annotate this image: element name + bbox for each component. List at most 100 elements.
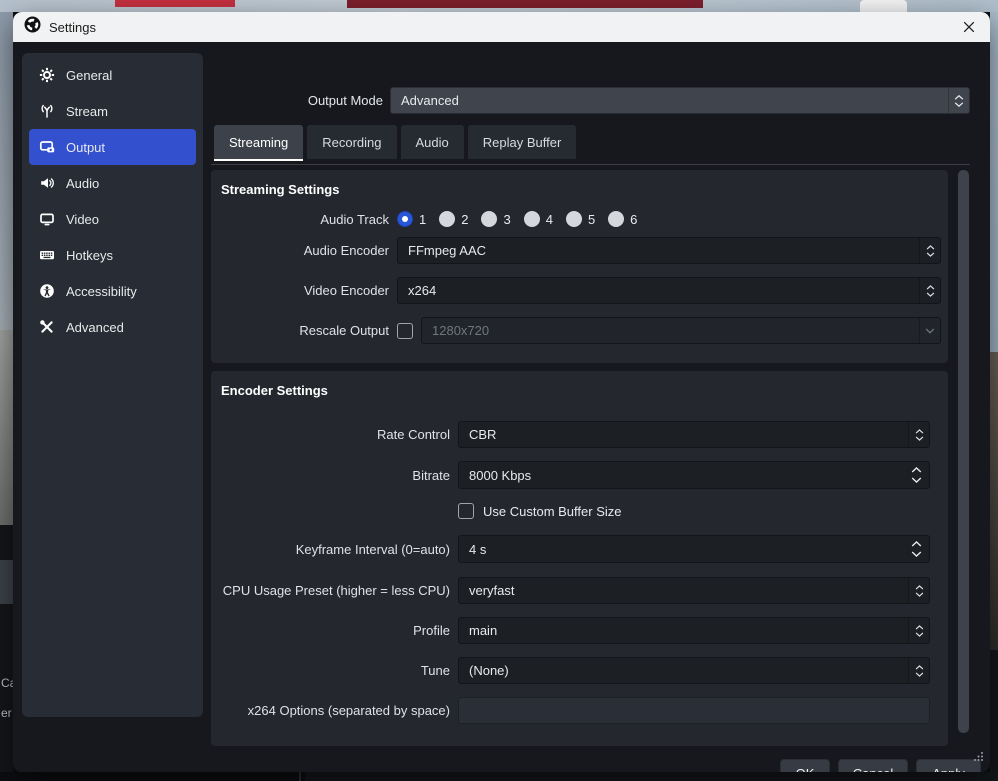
spin-up-icon[interactable] xyxy=(911,541,922,547)
titlebar[interactable]: Settings xyxy=(13,12,990,42)
scrollbar[interactable] xyxy=(958,170,969,733)
monitor-icon xyxy=(39,211,55,227)
background-text-fragment: Ca xyxy=(1,676,13,690)
radio-label: 3 xyxy=(503,212,510,227)
audio-track-label: Audio Track xyxy=(221,212,389,227)
sidebar-item-output[interactable]: Output xyxy=(29,129,196,165)
background-text-fragment: er xyxy=(1,706,13,720)
tab-label: Streaming xyxy=(229,135,288,150)
radio-audio-track-5[interactable] xyxy=(566,211,582,227)
radio-label: 4 xyxy=(546,212,553,227)
background-strip xyxy=(305,772,998,781)
tab-streaming[interactable]: Streaming xyxy=(214,125,303,159)
background-sky xyxy=(0,12,13,330)
x264-options-input[interactable] xyxy=(458,697,930,724)
sidebar-item-audio[interactable]: Audio xyxy=(29,165,196,201)
spin-down-icon[interactable] xyxy=(911,551,922,557)
tab-recording[interactable]: Recording xyxy=(307,125,396,159)
profile-select[interactable]: main xyxy=(458,617,930,644)
updown-chevron-icon[interactable] xyxy=(908,658,929,683)
keyframe-interval-value: 4 s xyxy=(459,542,903,557)
tab-replay-buffer[interactable]: Replay Buffer xyxy=(468,125,577,159)
sidebar-item-advanced[interactable]: Advanced xyxy=(29,309,196,345)
profile-label: Profile xyxy=(221,623,450,638)
bitrate-row: Bitrate 8000 Kbps xyxy=(221,461,930,489)
radio-audio-track-1[interactable] xyxy=(397,211,413,227)
spin-down-icon[interactable] xyxy=(911,477,922,483)
desktop-dark-red-bar xyxy=(347,0,703,8)
ok-button[interactable]: OK xyxy=(780,759,830,772)
rescale-output-select: 1280x720 xyxy=(421,317,941,344)
desktop-background-right xyxy=(990,12,998,772)
tune-value: (None) xyxy=(459,663,908,678)
rate-control-select[interactable]: CBR xyxy=(458,421,930,448)
button-label: Cancel xyxy=(853,766,893,773)
cpu-preset-select[interactable]: veryfast xyxy=(458,577,930,604)
sidebar-item-general[interactable]: General xyxy=(29,57,196,93)
tune-label: Tune xyxy=(221,663,450,678)
tab-audio[interactable]: Audio xyxy=(401,125,464,159)
output-mode-row: Output Mode Advanced xyxy=(213,87,970,114)
obs-logo-icon xyxy=(24,16,41,38)
sidebar-item-label: General xyxy=(66,68,112,83)
radio-audio-track-3[interactable] xyxy=(481,211,497,227)
radio-label: 6 xyxy=(630,212,637,227)
use-custom-buffer-checkbox[interactable] xyxy=(458,503,474,519)
radio-label: 2 xyxy=(461,212,468,227)
keyframe-interval-row: Keyframe Interval (0=auto) 4 s xyxy=(221,535,930,563)
rate-control-label: Rate Control xyxy=(221,427,450,442)
sidebar-item-label: Advanced xyxy=(66,320,124,335)
sidebar-item-label: Audio xyxy=(66,176,99,191)
sidebar-item-hotkeys[interactable]: Hotkeys xyxy=(29,237,196,273)
cancel-button[interactable]: Cancel xyxy=(838,759,908,772)
desktop-red-bar xyxy=(115,0,235,7)
sidebar-item-label: Accessibility xyxy=(66,284,137,299)
sidebar-item-label: Stream xyxy=(66,104,108,119)
updown-chevron-icon[interactable] xyxy=(908,578,929,603)
updown-chevron-icon[interactable] xyxy=(919,278,940,303)
tab-bar: Streaming Recording Audio Replay Buffer xyxy=(214,125,576,159)
tab-label: Recording xyxy=(322,135,381,150)
updown-chevron-icon[interactable] xyxy=(908,618,929,643)
output-mode-select[interactable]: Advanced xyxy=(390,87,970,114)
rescale-output-label: Rescale Output xyxy=(221,323,389,338)
tab-label: Audio xyxy=(416,135,449,150)
section-encoder-settings: Encoder Settings Rate Control CBR Bitrat… xyxy=(211,371,948,746)
audio-encoder-row: Audio Encoder FFmpeg AAC xyxy=(221,237,941,264)
tune-select[interactable]: (None) xyxy=(458,657,930,684)
audio-encoder-select[interactable]: FFmpeg AAC xyxy=(397,237,941,264)
desktop-background-bottom xyxy=(0,772,998,781)
x264-options-label: x264 Options (separated by space) xyxy=(221,703,450,718)
profile-value: main xyxy=(459,623,908,638)
sidebar-item-label: Video xyxy=(66,212,99,227)
video-encoder-select[interactable]: x264 xyxy=(397,277,941,304)
use-custom-buffer-label: Use Custom Buffer Size xyxy=(483,504,621,519)
speaker-icon xyxy=(39,175,55,191)
resize-grip[interactable] xyxy=(973,749,984,767)
rescale-output-checkbox[interactable] xyxy=(397,323,413,339)
updown-chevron-icon[interactable] xyxy=(908,422,929,447)
audio-encoder-label: Audio Encoder xyxy=(221,243,389,258)
radio-audio-track-6[interactable] xyxy=(608,211,624,227)
tune-row: Tune (None) xyxy=(221,657,930,684)
updown-chevron-icon[interactable] xyxy=(948,88,969,113)
updown-chevron-icon[interactable] xyxy=(919,238,940,263)
close-button[interactable] xyxy=(954,15,984,39)
sidebar: General Stream Output Audio Video Hotkey… xyxy=(22,53,203,717)
radio-audio-track-4[interactable] xyxy=(524,211,540,227)
sidebar-item-stream[interactable]: Stream xyxy=(29,93,196,129)
keyframe-interval-input[interactable]: 4 s xyxy=(458,535,930,563)
video-encoder-label: Video Encoder xyxy=(221,283,389,298)
apply-button[interactable]: Apply xyxy=(916,759,981,772)
gear-icon xyxy=(39,67,55,83)
radio-audio-track-2[interactable] xyxy=(439,211,455,227)
sidebar-item-accessibility[interactable]: Accessibility xyxy=(29,273,196,309)
background-block xyxy=(0,560,13,604)
chevron-down-icon xyxy=(919,318,940,343)
spin-up-icon[interactable] xyxy=(911,467,922,473)
background-photo xyxy=(990,352,998,650)
sidebar-item-video[interactable]: Video xyxy=(29,201,196,237)
bitrate-input[interactable]: 8000 Kbps xyxy=(458,461,930,489)
audio-encoder-value: FFmpeg AAC xyxy=(398,243,919,258)
button-label: OK xyxy=(796,766,815,773)
